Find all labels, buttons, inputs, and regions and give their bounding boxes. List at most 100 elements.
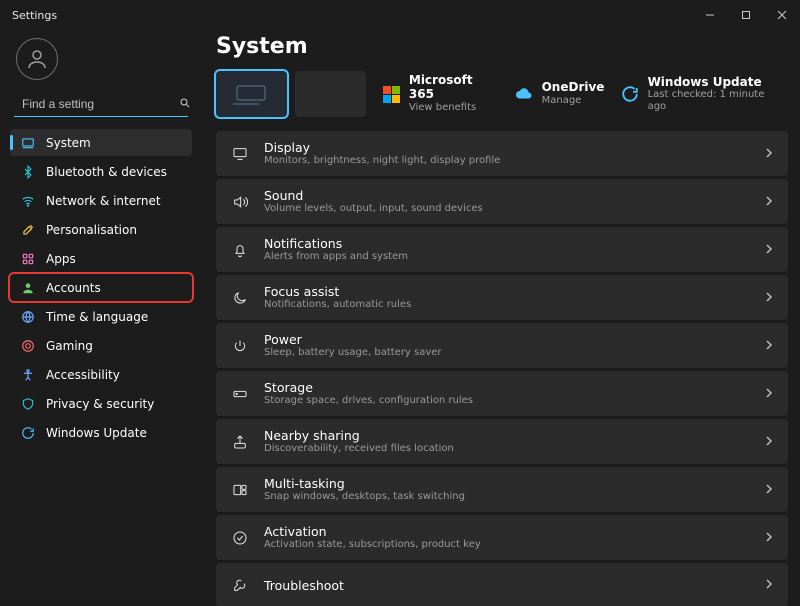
globe-icon — [20, 309, 36, 325]
card-title: Notifications — [264, 236, 750, 251]
settings-list: DisplayMonitors, brightness, night light… — [216, 131, 788, 606]
card-sub: Volume levels, output, input, sound devi… — [264, 203, 750, 215]
microsoft-logo-icon — [382, 84, 401, 104]
card-sub: Snap windows, desktops, task switching — [264, 491, 750, 503]
chevron-right-icon — [764, 195, 774, 209]
chevron-right-icon — [764, 147, 774, 161]
gaming-icon — [20, 338, 36, 354]
hero-link-windows-update[interactable]: Windows Update Last checked: 1 minute ag… — [620, 76, 788, 113]
sidebar-item-windows-update[interactable]: Windows Update — [10, 419, 192, 446]
bluetooth-icon — [20, 164, 36, 180]
apps-icon — [20, 251, 36, 267]
wrench-icon — [230, 575, 250, 595]
card-title: Activation — [264, 524, 750, 539]
card-title: Multi-tasking — [264, 476, 750, 491]
main-content: System Microsoft 365 View benefits OneDr… — [200, 30, 800, 606]
sidebar-item-label: Apps — [46, 252, 76, 266]
sidebar-item-accounts[interactable]: Accounts — [10, 274, 192, 301]
hero-link-title: Windows Update — [648, 76, 780, 90]
window-title: Settings — [12, 9, 57, 22]
check-icon — [230, 528, 250, 548]
card-title: Display — [264, 140, 750, 155]
sidebar-item-time-language[interactable]: Time & language — [10, 303, 192, 330]
sidebar-item-bluetooth[interactable]: Bluetooth & devices — [10, 158, 192, 185]
sidebar-item-label: Accessibility — [46, 368, 120, 382]
chevron-right-icon — [764, 291, 774, 305]
wifi-icon — [20, 193, 36, 209]
accessibility-icon — [20, 367, 36, 383]
sidebar-item-label: Accounts — [46, 281, 101, 295]
card-troubleshoot[interactable]: Troubleshoot — [216, 563, 788, 606]
sidebar-item-label: Bluetooth & devices — [46, 165, 167, 179]
multitask-icon — [230, 480, 250, 500]
card-sub: Notifications, automatic rules — [264, 299, 750, 311]
sidebar-item-gaming[interactable]: Gaming — [10, 332, 192, 359]
sidebar-item-label: Gaming — [46, 339, 93, 353]
sidebar-item-apps[interactable]: Apps — [10, 245, 192, 272]
share-icon — [230, 432, 250, 452]
minimize-button[interactable] — [692, 0, 728, 30]
hero-link-title: Microsoft 365 — [409, 74, 498, 102]
sidebar-item-system[interactable]: System — [10, 129, 192, 156]
person-icon — [20, 280, 36, 296]
chevron-right-icon — [764, 387, 774, 401]
chevron-right-icon — [764, 339, 774, 353]
chevron-right-icon — [764, 243, 774, 257]
sidebar-item-accessibility[interactable]: Accessibility — [10, 361, 192, 388]
page-title: System — [216, 34, 788, 59]
hero-link-title: OneDrive — [542, 81, 605, 95]
sidebar-item-label: System — [46, 136, 91, 150]
card-storage[interactable]: StorageStorage space, drives, configurat… — [216, 371, 788, 416]
card-title: Storage — [264, 380, 750, 395]
display-icon — [230, 144, 250, 164]
sidebar-item-label: Windows Update — [46, 426, 147, 440]
sidebar-item-label: Personalisation — [46, 223, 137, 237]
card-sub: Activation state, subscriptions, product… — [264, 539, 750, 551]
card-multitasking[interactable]: Multi-taskingSnap windows, desktops, tas… — [216, 467, 788, 512]
cloud-icon — [514, 84, 534, 104]
close-button[interactable] — [764, 0, 800, 30]
card-power[interactable]: PowerSleep, battery usage, battery saver — [216, 323, 788, 368]
search-icon — [179, 97, 191, 112]
sidebar-item-label: Time & language — [46, 310, 148, 324]
card-nearby-sharing[interactable]: Nearby sharingDiscoverability, received … — [216, 419, 788, 464]
card-sub: Sleep, battery usage, battery saver — [264, 347, 750, 359]
card-sound[interactable]: SoundVolume levels, output, input, sound… — [216, 179, 788, 224]
shield-icon — [20, 396, 36, 412]
display-thumb-active[interactable] — [216, 71, 287, 117]
card-focus-assist[interactable]: Focus assistNotifications, automatic rul… — [216, 275, 788, 320]
sidebar-item-label: Network & internet — [46, 194, 161, 208]
avatar[interactable] — [16, 38, 58, 80]
sound-icon — [230, 192, 250, 212]
sidebar-item-privacy[interactable]: Privacy & security — [10, 390, 192, 417]
sidebar-item-personalisation[interactable]: Personalisation — [10, 216, 192, 243]
sidebar-item-label: Privacy & security — [46, 397, 154, 411]
card-title: Troubleshoot — [264, 578, 750, 593]
hero-row: Microsoft 365 View benefits OneDrive Man… — [216, 71, 788, 117]
sidebar-item-network[interactable]: Network & internet — [10, 187, 192, 214]
moon-icon — [230, 288, 250, 308]
sidebar: System Bluetooth & devices Network & int… — [0, 30, 200, 606]
hero-link-sub: Last checked: 1 minute ago — [648, 89, 780, 112]
card-title: Nearby sharing — [264, 428, 750, 443]
search-input[interactable] — [20, 96, 179, 112]
card-title: Focus assist — [264, 284, 750, 299]
display-thumb[interactable] — [295, 71, 366, 117]
search-field[interactable] — [14, 92, 188, 117]
card-activation[interactable]: ActivationActivation state, subscription… — [216, 515, 788, 560]
hero-link-sub: Manage — [542, 95, 605, 107]
card-title: Power — [264, 332, 750, 347]
update-icon — [20, 425, 36, 441]
hero-link-onedrive[interactable]: OneDrive Manage — [514, 81, 613, 106]
bell-icon — [230, 240, 250, 260]
card-title: Sound — [264, 188, 750, 203]
card-display[interactable]: DisplayMonitors, brightness, night light… — [216, 131, 788, 176]
maximize-button[interactable] — [728, 0, 764, 30]
storage-icon — [230, 384, 250, 404]
card-sub: Discoverability, received files location — [264, 443, 750, 455]
paintbrush-icon — [20, 222, 36, 238]
update-icon — [620, 84, 639, 104]
hero-link-microsoft365[interactable]: Microsoft 365 View benefits — [382, 74, 506, 113]
card-notifications[interactable]: NotificationsAlerts from apps and system — [216, 227, 788, 272]
chevron-right-icon — [764, 531, 774, 545]
